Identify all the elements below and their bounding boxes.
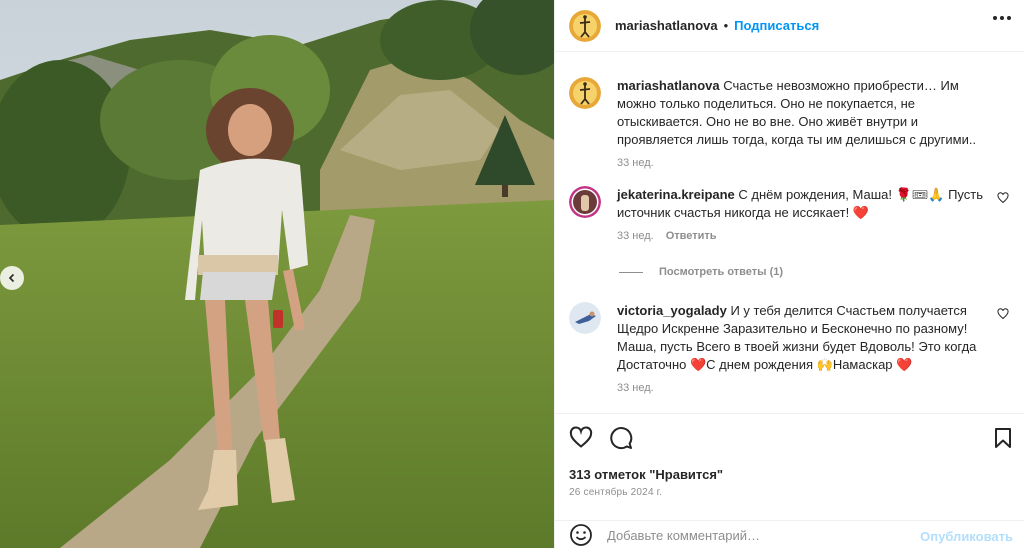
yoga-avatar-icon [569, 77, 601, 109]
comment-item: jekaterina.kreipane С днём рождения, Маш… [569, 186, 1009, 242]
comment-meta: 33 нед. [617, 382, 992, 394]
comment-input[interactable]: Добавьте комментарий… [607, 528, 760, 543]
add-comment-bar: Добавьте комментарий… Опубликовать [555, 520, 1024, 548]
like-comment-heart-icon[interactable] [997, 308, 1009, 320]
view-replies-label: Посмотреть ответы (1) [659, 266, 784, 278]
post-photo[interactable] [0, 0, 554, 548]
comment-meta: 33 нед. Ответить [617, 230, 992, 242]
follow-button[interactable]: Подписаться [734, 18, 819, 33]
post-side-panel: mariashatlanova • Подписаться mariashatl… [554, 0, 1024, 548]
post-actions: 313 отметок "Нравится" 26 сентябрь 2024 … [555, 413, 1024, 548]
comment-time[interactable]: 33 нед. [617, 382, 654, 394]
separator-dot: • [723, 18, 729, 33]
user-avatar-icon [569, 302, 601, 334]
comments-list: mariashatlanova Счастье невозможно приоб… [555, 53, 1024, 413]
previous-photo-button[interactable] [0, 266, 24, 290]
view-replies-button[interactable]: Посмотреть ответы (1) [619, 266, 783, 278]
caption-text: mariashatlanova Счастье невозможно приоб… [617, 77, 992, 149]
commenter-avatar[interactable] [569, 302, 601, 334]
comment-text: jekaterina.kreipane С днём рождения, Маш… [617, 186, 992, 222]
post-date[interactable]: 26 сентябрь 2024 г. [569, 487, 662, 498]
replies-divider [619, 271, 643, 273]
save-bookmark-icon[interactable] [991, 426, 1015, 450]
author-username[interactable]: mariashatlanova [615, 18, 718, 33]
more-horizontal-icon [993, 16, 997, 20]
comment-username[interactable]: jekaterina.kreipane [617, 187, 735, 202]
chevron-left-icon [8, 273, 15, 283]
caption-meta: 33 нед. [617, 157, 992, 169]
photo-illustration [0, 0, 554, 548]
comment-item: victoria_yogalady И у тебя делится Счаст… [569, 302, 1009, 394]
caption-username[interactable]: mariashatlanova [617, 78, 720, 93]
comment-username[interactable]: victoria_yogalady [617, 303, 727, 318]
user-avatar-icon [569, 186, 601, 218]
like-comment-heart-icon[interactable] [997, 192, 1009, 204]
emoji-smiley-icon[interactable] [569, 523, 593, 547]
like-heart-icon[interactable] [569, 426, 593, 450]
reply-button[interactable]: Ответить [666, 230, 717, 242]
caption-avatar[interactable] [569, 77, 601, 109]
caption: mariashatlanova Счастье невозможно приоб… [569, 77, 1009, 169]
comment-text: victoria_yogalady И у тебя делится Счаст… [617, 302, 992, 374]
commenter-avatar[interactable] [569, 186, 601, 218]
post-header: mariashatlanova • Подписаться [555, 0, 1024, 52]
likes-count[interactable]: 313 отметок "Нравится" [569, 467, 723, 482]
action-icons [569, 426, 633, 450]
comment-bubble-icon[interactable] [609, 426, 633, 450]
comment-time[interactable]: 33 нед. [617, 230, 654, 242]
more-options-button[interactable] [993, 16, 1011, 20]
yoga-avatar-icon [569, 9, 601, 42]
caption-time[interactable]: 33 нед. [617, 157, 654, 169]
author-avatar[interactable] [569, 9, 601, 42]
publish-button[interactable]: Опубликовать [920, 529, 1013, 544]
